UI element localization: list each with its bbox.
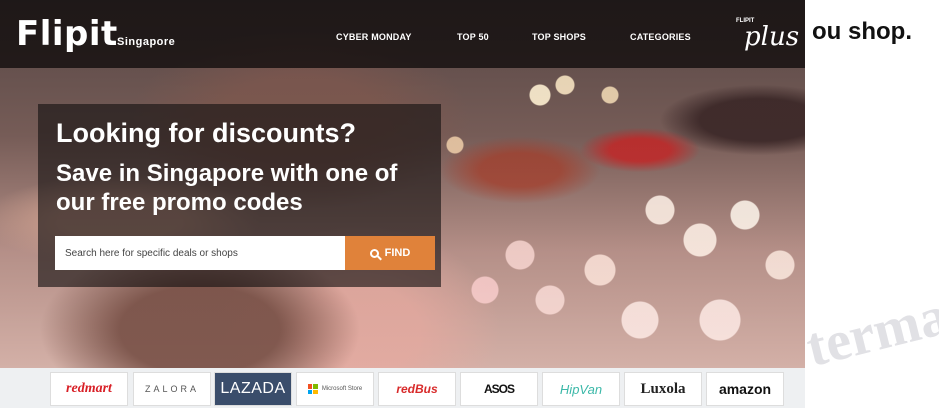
nav-top-shops[interactable]: TOP SHOPS — [532, 32, 586, 42]
nav-categories[interactable]: CATEGORIES — [630, 32, 691, 42]
truncated-side-text: ou shop. — [812, 18, 912, 45]
site-logo-region: Singapore — [117, 36, 176, 48]
nav-cyber-monday[interactable]: CYBER MONDAY — [336, 32, 412, 42]
search-icon — [369, 248, 379, 258]
search-input[interactable] — [55, 236, 345, 270]
brand-zalora[interactable]: ZALORA — [133, 372, 211, 406]
top-navbar: Flipit Singapore CYBER MONDAY TOP 50 TOP… — [0, 0, 805, 68]
brand-asos[interactable]: ASOS — [460, 372, 538, 406]
promo-subheading: Save in Singapore with one of our free p… — [56, 160, 398, 216]
promo-heading: Looking for discounts? — [56, 118, 356, 148]
brand-redbus[interactable]: redBus — [378, 372, 456, 406]
find-button[interactable]: FIND — [345, 236, 435, 270]
promo-box: Looking for discounts? Save in Singapore… — [38, 104, 441, 287]
site-logo[interactable]: Flipit — [16, 14, 118, 54]
watermark-text: terma — [800, 284, 939, 380]
hero-background: Flipit Singapore CYBER MONDAY TOP 50 TOP… — [0, 0, 805, 388]
brand-hipvan[interactable]: HipVan — [542, 372, 620, 406]
brand-amazon[interactable]: amazon — [706, 372, 784, 406]
brand-logo-strip: redmart ZALORA LAZADA Microsoft Store re… — [0, 368, 805, 408]
microsoft-logo-icon — [307, 384, 318, 394]
brand-microsoft-store[interactable]: Microsoft Store — [296, 372, 374, 406]
brand-luxola[interactable]: Luxola — [624, 372, 702, 406]
nav-top-50[interactable]: TOP 50 — [457, 32, 489, 42]
flipit-plus-link[interactable]: plus — [744, 22, 799, 52]
brand-redmart[interactable]: redmart — [50, 372, 128, 406]
brand-lazada[interactable]: LAZADA — [214, 372, 292, 406]
brand-microsoft-label: Microsoft Store — [321, 386, 363, 392]
find-label: FIND — [384, 247, 411, 259]
